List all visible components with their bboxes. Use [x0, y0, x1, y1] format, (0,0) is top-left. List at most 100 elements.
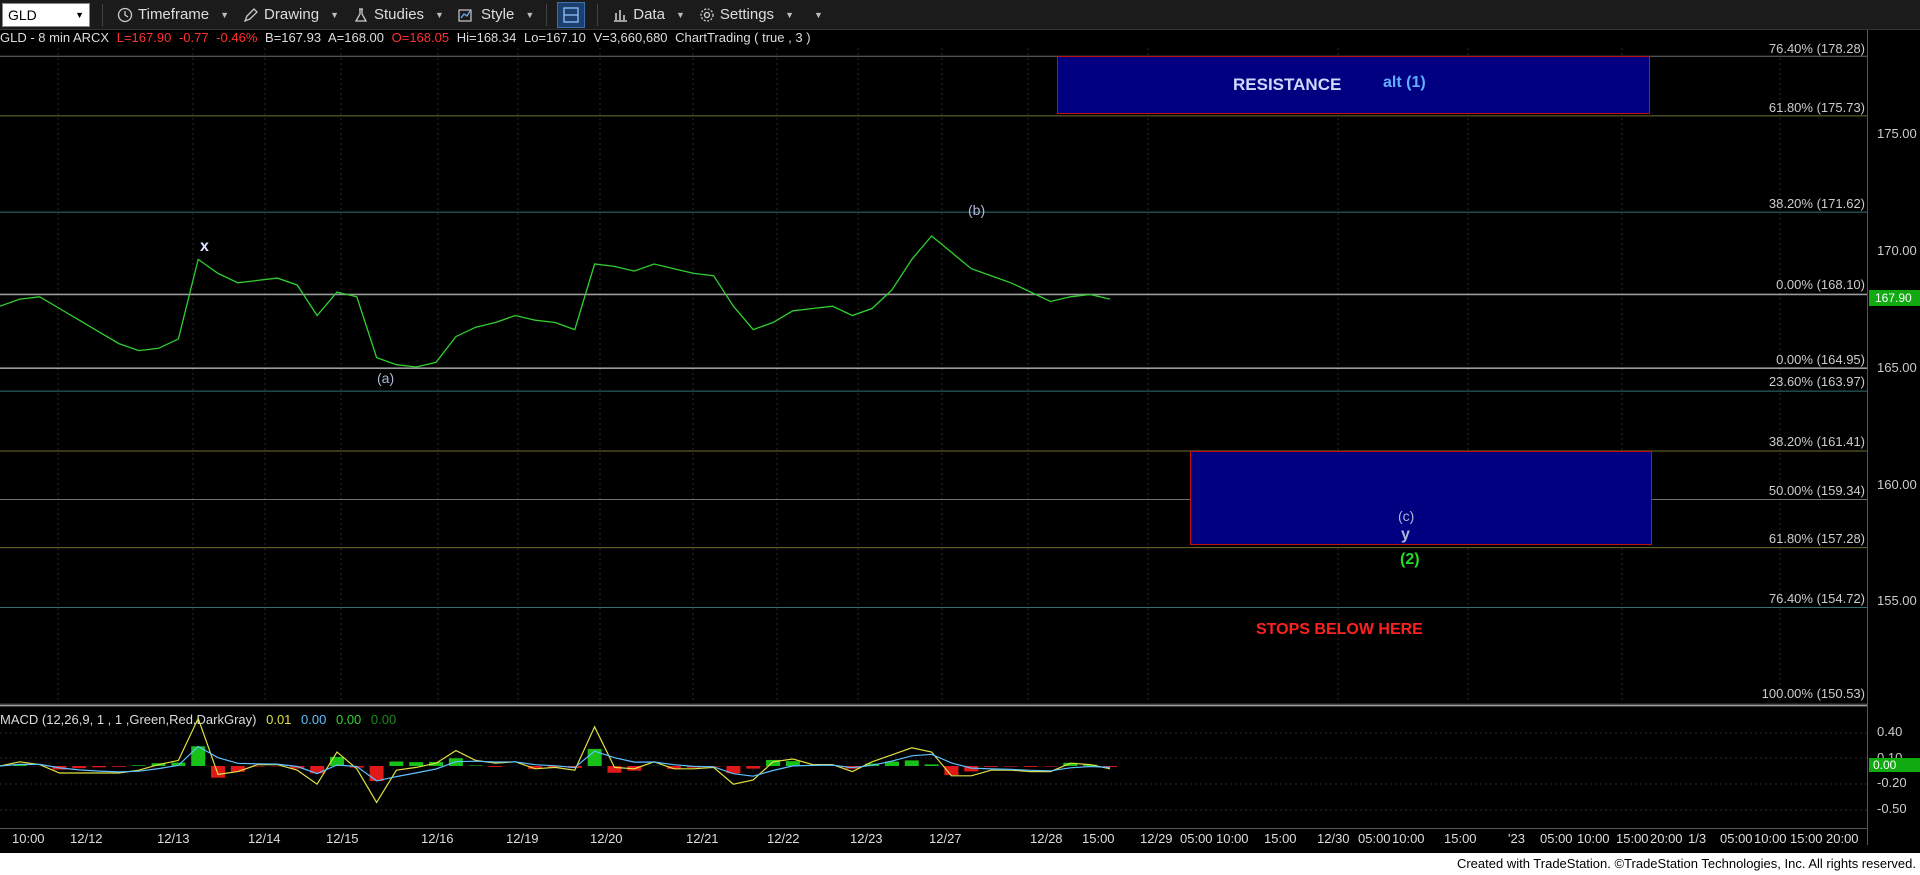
macd-bar: [72, 766, 87, 769]
chevron-down-icon: ▼: [675, 9, 685, 20]
settings-label: Settings: [719, 6, 775, 23]
fib-label: 0.00% (164.95): [1776, 352, 1865, 367]
macd-bar: [488, 766, 503, 767]
price-axis[interactable]: [1867, 30, 1920, 845]
macd-bar: [389, 761, 404, 766]
volume-value: V=3,660,680: [593, 30, 668, 45]
symbol-info: GLD - 8 min ARCX: [0, 30, 110, 45]
bar-chart-icon: [612, 7, 628, 23]
macd-last-marker: 0.00: [1869, 758, 1920, 772]
price-tick: 170.00: [1877, 243, 1917, 258]
time-tick: 15:00: [1790, 831, 1823, 846]
macd-tick: 0.40: [1877, 724, 1903, 739]
data-menu[interactable]: Data ▼: [612, 6, 685, 23]
macd-bar: [1043, 766, 1058, 767]
resistance-zone[interactable]: [1057, 56, 1650, 114]
style-menu[interactable]: Style ▼: [458, 6, 534, 23]
time-tick: 10:00: [1216, 831, 1249, 846]
macd-tick: -0.50: [1877, 801, 1907, 816]
price-tick: 160.00: [1877, 477, 1917, 492]
timeframe-menu[interactable]: Timeframe ▼: [117, 6, 229, 23]
stops-annotation: STOPS BELOW HERE: [1256, 621, 1423, 638]
macd-line: [0, 716, 1111, 804]
macd-bar: [746, 766, 761, 769]
toolbar-divider: [546, 3, 548, 26]
wave-label-2: (2): [1400, 551, 1420, 568]
timeframe-label: Timeframe: [138, 6, 210, 23]
settings-menu[interactable]: Settings ▼: [699, 6, 794, 23]
fib-label: 61.80% (157.28): [1768, 531, 1865, 546]
chevron-down-icon: ▼: [75, 9, 84, 20]
time-tick: 12/28: [1030, 831, 1063, 846]
time-tick: 12/29: [1140, 831, 1173, 846]
macd-bar: [904, 760, 919, 766]
time-tick: 10:00: [12, 831, 45, 846]
alt-wave-label: alt (1): [1383, 74, 1426, 91]
time-tick: 05:00: [1540, 831, 1573, 846]
pencil-icon: [243, 7, 259, 23]
price-tick: 175.00: [1877, 126, 1917, 141]
time-tick: 05:00: [1180, 831, 1213, 846]
clock-icon: [117, 7, 133, 23]
toolbar-divider: [102, 3, 103, 26]
studies-label: Studies: [374, 6, 425, 23]
time-tick: 12/19: [506, 831, 539, 846]
macd-bar: [409, 762, 424, 766]
ask-value: A=168.00: [327, 30, 384, 45]
price-tick: 155.00: [1877, 593, 1917, 608]
time-tick: 12/12: [70, 831, 103, 846]
overflow-menu[interactable]: ▼: [808, 10, 823, 20]
time-tick: 12/20: [590, 831, 623, 846]
time-tick: 20:00: [1826, 831, 1859, 846]
studies-menu[interactable]: Studies ▼: [353, 6, 444, 23]
chevron-down-icon: ▼: [220, 9, 230, 20]
macd-chart[interactable]: [0, 700, 1867, 828]
macd-bar: [984, 766, 999, 767]
time-tick: 12/14: [248, 831, 281, 846]
macd-bar: [92, 766, 107, 768]
macd-bar: [1023, 766, 1038, 767]
copyright-text: Created with TradeStation. ©TradeStation…: [1456, 856, 1916, 871]
time-tick: 10:00: [1577, 831, 1610, 846]
gear-icon: [699, 7, 715, 23]
macd-signal-line: [0, 745, 1111, 782]
chevron-down-icon: ▼: [330, 9, 339, 20]
fib-label: 61.80% (175.73): [1768, 100, 1865, 115]
chart-grid: [57, 48, 1781, 702]
time-tick: 12/13: [157, 831, 190, 846]
macd-bar: [468, 765, 483, 766]
bid-value: B=167.93: [265, 30, 322, 45]
layout-icon: [562, 6, 580, 24]
chart-layout-button[interactable]: [557, 1, 586, 28]
wave-label-x: x: [200, 238, 209, 255]
time-tick: 12/23: [850, 831, 883, 846]
time-tick: 15:00: [1264, 831, 1297, 846]
drawing-menu[interactable]: Drawing ▼: [243, 6, 339, 23]
fib-label: 50.00% (159.34): [1768, 483, 1865, 498]
time-tick: 10:00: [1754, 831, 1787, 846]
macd-bar: [369, 766, 384, 782]
chevron-down-icon: ▼: [435, 9, 444, 20]
symbol-selector[interactable]: GLD ▼: [2, 2, 90, 27]
open-value: O=168.05: [391, 30, 450, 45]
chart-style-icon: [458, 7, 476, 23]
time-tick: 10:00: [1392, 831, 1425, 846]
support-zone[interactable]: [1190, 451, 1652, 545]
style-label: Style: [480, 6, 515, 23]
fib-label: 76.40% (178.28): [1768, 41, 1865, 56]
time-tick: 05:00: [1720, 831, 1753, 846]
wave-label-y: y: [1401, 526, 1410, 543]
data-label: Data: [633, 6, 665, 23]
macd-bar: [230, 766, 245, 772]
time-tick: 15:00: [1444, 831, 1477, 846]
chevron-down-icon: ▼: [525, 9, 535, 20]
macd-tick: -0.20: [1877, 775, 1907, 790]
time-tick: 12/30: [1317, 831, 1350, 846]
price-tick: 165.00: [1877, 360, 1917, 375]
drawing-label: Drawing: [264, 6, 320, 23]
time-tick: 15:00: [1082, 831, 1115, 846]
wave-label-b: (b): [968, 202, 986, 218]
time-tick: 12/22: [767, 831, 800, 846]
price-chart[interactable]: [0, 30, 1867, 710]
macd-bar: [924, 764, 939, 766]
